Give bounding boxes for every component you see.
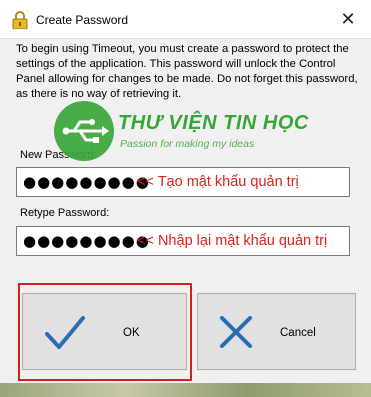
window-title: Create Password	[36, 13, 129, 27]
title-bar: Create Password ✕	[0, 0, 371, 39]
close-icon: ✕	[340, 8, 356, 29]
desktop-background-strip	[0, 383, 371, 397]
retype-password-annotation: << Nhập lại mật khẩu quản trị	[137, 233, 328, 249]
retype-password-value: ●●●●●●●●●	[23, 232, 150, 250]
close-button[interactable]: ✕	[325, 0, 371, 38]
retype-password-field[interactable]: ●●●●●●●●● << Nhập lại mật khẩu quản trị	[16, 226, 350, 256]
retype-password-label: Retype Password:	[20, 207, 110, 219]
x-icon	[220, 316, 252, 348]
checkmark-icon	[45, 316, 85, 349]
new-password-field[interactable]: ●●●●●●●●● << Tạo mật khẩu quản trị	[16, 167, 350, 197]
watermark-title: THƯ VIỆN TIN HỌC	[118, 112, 309, 134]
cancel-button-label: Cancel	[280, 327, 316, 339]
lock-icon	[12, 11, 28, 29]
new-password-value: ●●●●●●●●●	[23, 173, 150, 191]
cancel-button[interactable]: Cancel	[197, 293, 356, 370]
new-password-label: New Password:	[20, 149, 97, 161]
new-password-annotation: << Tạo mật khẩu quản trị	[137, 174, 299, 190]
ok-button-label: OK	[123, 327, 140, 339]
ok-button[interactable]: OK	[22, 293, 187, 370]
create-password-dialog: Create Password ✕ To begin using Timeout…	[0, 0, 371, 397]
watermark-slogan: Passion for making my ideas	[120, 138, 255, 150]
description-text: To begin using Timeout, you must create …	[16, 43, 358, 100]
